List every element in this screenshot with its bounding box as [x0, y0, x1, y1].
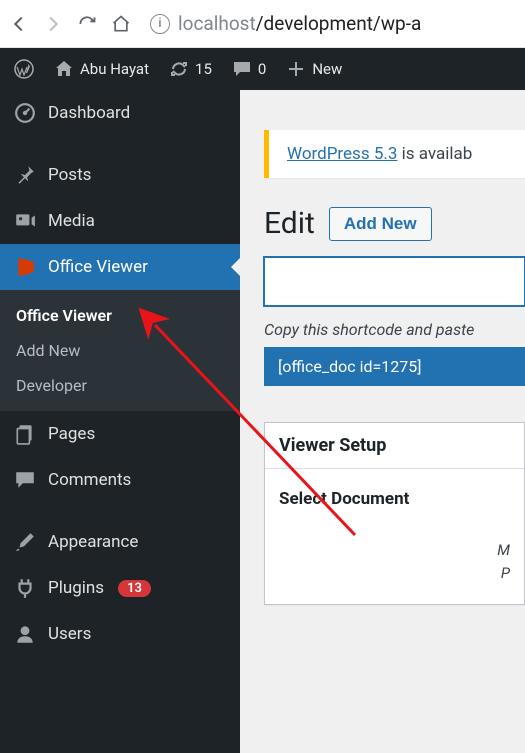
- sidebar-item-label: Users: [48, 624, 91, 644]
- sidebar-item-office-viewer[interactable]: Office Viewer: [0, 244, 240, 290]
- select-document-label: Select Document: [279, 489, 510, 509]
- brush-icon: [14, 531, 36, 553]
- sidebar-item-media[interactable]: Media: [0, 198, 240, 244]
- back-button[interactable]: [8, 13, 30, 35]
- site-name[interactable]: Abu Hayat: [44, 48, 159, 90]
- sidebar-item-label: Plugins: [48, 578, 104, 598]
- submenu-item-developer[interactable]: Developer: [0, 368, 240, 403]
- site-info-icon[interactable]: i: [150, 14, 170, 34]
- plus-icon: [286, 59, 306, 79]
- office-icon: [14, 256, 36, 278]
- pages-icon: [14, 423, 36, 445]
- media-icon: [14, 210, 36, 232]
- updates-count: 15: [195, 60, 212, 78]
- sidebar-item-dashboard[interactable]: Dashboard: [0, 90, 240, 136]
- comments-icon: [14, 469, 36, 491]
- home-icon: [54, 59, 74, 79]
- update-icon: [169, 59, 189, 79]
- reload-button[interactable]: [76, 13, 98, 35]
- sidebar-item-comments[interactable]: Comments: [0, 457, 240, 503]
- comments-link[interactable]: 0: [222, 48, 276, 90]
- dashboard-icon: [14, 102, 36, 124]
- add-new-button[interactable]: Add New: [329, 207, 432, 241]
- viewer-setup-box: Viewer Setup Select Document M P: [264, 422, 525, 605]
- content-area: WordPress 5.3 is availab Edit Add New Co…: [240, 90, 525, 753]
- comment-icon: [232, 59, 252, 79]
- sidebar-item-label: Posts: [48, 165, 91, 185]
- plugins-update-badge: 13: [118, 580, 151, 597]
- sidebar-item-posts[interactable]: Posts: [0, 152, 240, 198]
- update-link[interactable]: WordPress 5.3: [287, 144, 397, 164]
- update-nag: WordPress 5.3 is availab: [264, 130, 525, 178]
- updates-link[interactable]: 15: [159, 48, 222, 90]
- url-bar[interactable]: i localhost/development/wp-a: [150, 12, 421, 35]
- users-icon: [14, 623, 36, 645]
- page-title: Edit: [264, 206, 315, 241]
- sidebar-item-users[interactable]: Users: [0, 611, 240, 657]
- admin-sidebar: Dashboard Posts Media Office Viewer Offi…: [0, 90, 240, 753]
- sidebar-item-plugins[interactable]: Plugins 13: [0, 565, 240, 611]
- site-name-label: Abu Hayat: [80, 60, 149, 78]
- wordpress-icon: [14, 59, 34, 79]
- update-text: is availab: [397, 144, 472, 164]
- url-text: localhost/development/wp-a: [178, 12, 421, 35]
- field-note: M P: [279, 539, 510, 584]
- browser-toolbar: i localhost/development/wp-a: [0, 0, 525, 48]
- title-input[interactable]: [264, 257, 525, 306]
- sidebar-item-label: Media: [48, 211, 95, 231]
- pin-icon: [14, 164, 36, 186]
- sidebar-item-label: Comments: [48, 470, 131, 490]
- new-content-link[interactable]: New: [276, 48, 352, 90]
- sidebar-item-appearance[interactable]: Appearance: [0, 519, 240, 565]
- shortcode-box[interactable]: [office_doc id=1275]: [264, 347, 525, 386]
- shortcode-hint: Copy this shortcode and paste: [264, 320, 525, 339]
- comments-count: 0: [258, 60, 266, 78]
- postbox-title: Viewer Setup: [265, 423, 524, 469]
- submenu-item-office-viewer[interactable]: Office Viewer: [0, 298, 240, 333]
- submenu-item-add-new[interactable]: Add New: [0, 333, 240, 368]
- sidebar-item-pages[interactable]: Pages: [0, 411, 240, 457]
- sidebar-item-label: Office Viewer: [48, 257, 148, 277]
- wp-logo[interactable]: [4, 48, 44, 90]
- sidebar-item-label: Appearance: [48, 532, 138, 552]
- sidebar-item-label: Pages: [48, 424, 95, 444]
- forward-button[interactable]: [42, 13, 64, 35]
- sidebar-submenu: Office Viewer Add New Developer: [0, 290, 240, 411]
- new-label: New: [312, 60, 342, 78]
- sidebar-item-label: Dashboard: [48, 103, 130, 123]
- plug-icon: [14, 577, 36, 599]
- home-button[interactable]: [110, 13, 132, 35]
- wp-admin-bar: Abu Hayat 15 0 New: [0, 48, 525, 90]
